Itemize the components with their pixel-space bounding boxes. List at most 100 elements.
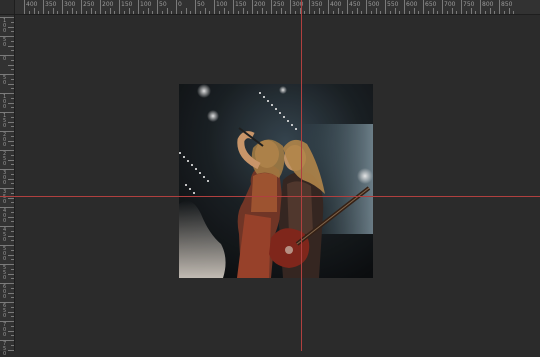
document-canvas-image[interactable] [179, 84, 373, 278]
ruler-minor-tick [11, 335, 14, 337]
ruler-tick [176, 0, 177, 14]
ruler-minor-tick [465, 11, 467, 14]
ruler-tick [404, 0, 405, 14]
vertical-guide-line[interactable] [301, 0, 302, 351]
ruler-label: 700 [444, 1, 456, 8]
ruler-minor-tick [242, 8, 244, 14]
ruler-minor-tick [332, 11, 334, 14]
ruler-minor-tick [389, 11, 391, 14]
horizontal-guide-line[interactable] [0, 196, 540, 197]
ruler-minor-tick [11, 221, 14, 223]
ruler-tick [480, 0, 481, 14]
ruler-minor-tick [142, 11, 144, 14]
ruler-minor-tick [351, 11, 353, 14]
ruler-label: 350 [45, 1, 57, 8]
ruler-minor-tick [11, 59, 14, 61]
ruler-minor-tick [33, 8, 35, 14]
ruler-minor-tick [8, 45, 14, 47]
ruler-minor-tick [123, 11, 125, 14]
ruler-label: 550 [387, 1, 399, 8]
ruler-minor-tick [503, 11, 505, 14]
ruler-tick [461, 0, 462, 14]
ruler-minor-tick [223, 8, 225, 14]
ruler-minor-tick [399, 11, 401, 14]
ruler-minor-tick [8, 235, 14, 237]
ruler-minor-tick [8, 64, 14, 66]
ruler-minor-tick [11, 107, 14, 109]
ruler-minor-tick [11, 287, 14, 289]
ruler-minor-tick [11, 135, 14, 137]
ruler-minor-tick [11, 40, 14, 42]
ruler-minor-tick [11, 97, 14, 99]
ruler-label: 0 [178, 1, 182, 8]
ruler-minor-tick [394, 8, 396, 14]
ruler-minor-tick [432, 8, 434, 14]
ruler-minor-tick [209, 11, 211, 14]
ruler-minor-tick [8, 311, 14, 313]
ruler-tick [423, 0, 424, 14]
ruler-minor-tick [28, 11, 30, 14]
ruler-tick [233, 0, 234, 14]
ruler-minor-tick [8, 292, 14, 294]
ruler-minor-tick [418, 11, 420, 14]
ruler-minor-tick [280, 8, 282, 14]
ruler-tick [157, 0, 158, 14]
ruler-tick [385, 0, 386, 14]
ruler-minor-tick [275, 11, 277, 14]
ruler-minor-tick [11, 202, 14, 204]
ruler-minor-tick [11, 240, 14, 242]
ruler-minor-tick [356, 8, 358, 14]
ruler-label: 200 [102, 1, 114, 8]
horizontal-ruler[interactable]: 400 350 300 250 200 150 100 50 0 50 100 150 200 250 30… [0, 0, 540, 15]
ruler-minor-tick [11, 88, 14, 90]
ruler-minor-tick [489, 8, 491, 14]
ruler-minor-tick [8, 254, 14, 256]
ruler-label: 150 [121, 1, 133, 8]
ruler-minor-tick [294, 11, 296, 14]
ruler-minor-tick [8, 121, 14, 123]
ruler-tick [499, 0, 500, 14]
ruler-minor-tick [204, 8, 206, 14]
ruler-minor-tick [199, 11, 201, 14]
ruler-minor-tick [304, 11, 306, 14]
ruler-minor-tick [90, 8, 92, 14]
ruler-label: 650 [425, 1, 437, 8]
ruler-minor-tick [38, 11, 40, 14]
ruler-label: 400 [26, 1, 38, 8]
ruler-label: 150 [235, 1, 247, 8]
ruler-label: 800 [482, 1, 494, 8]
ruler-minor-tick [218, 11, 220, 14]
ruler-minor-tick [11, 164, 14, 166]
ruler-minor-tick [342, 11, 344, 14]
ruler-minor-tick [114, 11, 116, 14]
ruler-minor-tick [285, 11, 287, 14]
ruler-tick [62, 0, 63, 14]
ruler-minor-tick [370, 11, 372, 14]
ruler-minor-tick [475, 11, 477, 14]
ruler-minor-tick [104, 11, 106, 14]
ruler-minor-tick [247, 11, 249, 14]
ruler-tick [138, 0, 139, 14]
ruler-minor-tick [228, 11, 230, 14]
ruler-tick [195, 0, 196, 14]
ruler-label: 50 [3, 75, 7, 86]
ruler-minor-tick [11, 344, 14, 346]
ruler-minor-tick [261, 8, 263, 14]
ruler-minor-tick [152, 11, 154, 14]
vertical-ruler[interactable]: 100 50 0 50 100 150 200 250 300 350 400 450 500 550 60… [0, 14, 15, 357]
ruler-label: 600 [406, 1, 418, 8]
ruler-minor-tick [11, 268, 14, 270]
ruler-label: 850 [501, 1, 513, 8]
ruler-minor-tick [8, 197, 14, 199]
ruler-minor-tick [256, 11, 258, 14]
ruler-minor-tick [313, 11, 315, 14]
ruler-minor-tick [161, 11, 163, 14]
ruler-minor-tick [337, 8, 339, 14]
ruler-origin-corner[interactable] [0, 0, 15, 15]
ruler-minor-tick [11, 154, 14, 156]
ruler-minor-tick [237, 11, 239, 14]
ruler-minor-tick [57, 11, 59, 14]
ruler-minor-tick [185, 8, 187, 14]
ruler-minor-tick [513, 11, 515, 14]
ruler-label: 500 [368, 1, 380, 8]
